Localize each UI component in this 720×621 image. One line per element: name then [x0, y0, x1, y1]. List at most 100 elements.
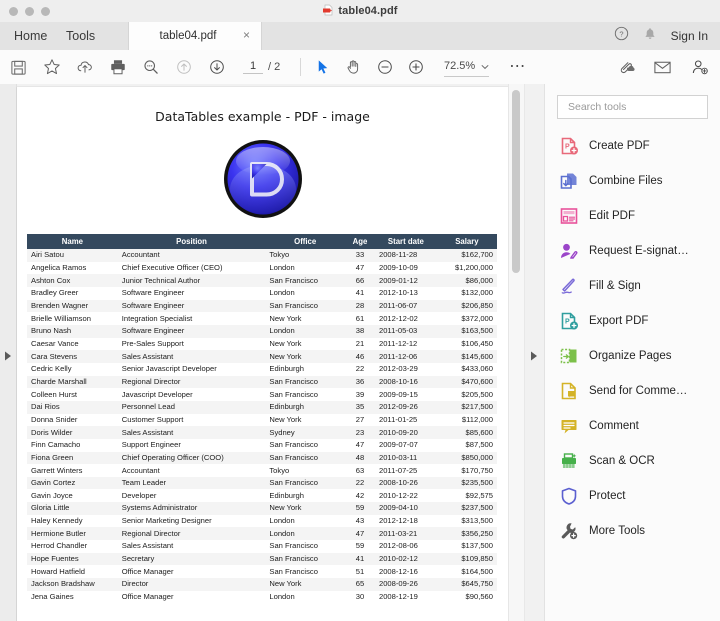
column-header-start-date[interactable]: Start date — [374, 234, 437, 249]
star-icon[interactable] — [41, 57, 62, 78]
upload-cloud-icon[interactable] — [74, 57, 95, 78]
tool-item-label: Scan & OCR — [589, 454, 655, 467]
page-number-input[interactable] — [243, 60, 263, 74]
cell-salary: $112,000 — [461, 414, 493, 424]
tool-item-more-tools-wrench[interactable]: More Tools — [545, 513, 720, 548]
bell-icon[interactable] — [643, 26, 657, 46]
cell-start-date: 2010-02-12 — [378, 554, 418, 564]
email-icon[interactable] — [652, 57, 673, 78]
combine-files-icon — [559, 171, 579, 191]
cell-start-date: 2012-12-02 — [378, 313, 418, 323]
next-page-button[interactable] — [206, 57, 227, 78]
pdf-file-icon — [322, 4, 334, 19]
cell-name: Doris Wilder — [31, 427, 73, 437]
tool-item-edit-pdf[interactable]: Edit PDF — [545, 198, 720, 233]
zoom-level-dropdown[interactable]: 72.5% — [444, 57, 490, 77]
tool-item-export-pdf[interactable]: P Export PDF — [545, 303, 720, 338]
save-floppy-icon[interactable] — [8, 57, 29, 78]
vertical-scrollbar[interactable] — [508, 84, 524, 621]
tool-item-label: Send for Comme… — [589, 384, 688, 397]
zoom-in-icon[interactable] — [405, 57, 426, 78]
cell-start-date: 2012-03-29 — [378, 364, 418, 374]
scrollbar-thumb[interactable] — [512, 90, 520, 273]
toolbar-divider — [300, 58, 301, 76]
cell-start-date: 2008-12-16 — [378, 566, 418, 576]
more-tools-wrench-icon — [559, 521, 579, 541]
cell-name: Fiona Green — [31, 452, 74, 462]
window-titlebar: table04.pdf — [0, 0, 720, 23]
tool-item-create-pdf[interactable]: P Create PDF — [545, 128, 720, 163]
tool-item-scan-ocr[interactable]: Scan & OCR — [545, 443, 720, 478]
cell-name: Bruno Nash — [31, 326, 72, 336]
zoom-out-icon[interactable] — [374, 57, 395, 78]
cell-office: Edinburgh — [269, 364, 304, 374]
zoom-level-value: 72.5% — [444, 60, 476, 72]
add-person-icon[interactable] — [689, 57, 710, 78]
menu-home[interactable]: Home — [6, 22, 55, 50]
column-header-position[interactable]: Position — [117, 234, 266, 249]
cell-office: New York — [269, 313, 302, 323]
cell-position: Regional Director — [121, 528, 181, 538]
cell-position: Chief Operating Officer (COO) — [121, 452, 224, 462]
sign-in-button[interactable]: Sign In — [671, 29, 708, 43]
cell-position: Developer — [121, 490, 157, 500]
search-tools-box[interactable] — [557, 95, 708, 119]
cell-position: Sales Assistant — [121, 427, 174, 437]
table-row: Angelica Ramos Chief Executive Officer (C… — [27, 261, 497, 275]
tool-item-protect-shield[interactable]: Protect — [545, 478, 720, 513]
attach-cloud-icon[interactable] — [615, 57, 636, 78]
cell-start-date: 2008-10-16 — [378, 376, 418, 386]
cell-name: Hermione Butler — [31, 528, 86, 538]
previous-page-button[interactable] — [173, 57, 194, 78]
cell-salary: $145,600 — [461, 351, 493, 361]
search-zoom-icon[interactable] — [140, 57, 161, 78]
send-for-comments-icon — [559, 381, 579, 401]
cell-office: San Francisco — [269, 275, 318, 285]
tools-list: P Create PDF Combine Files Edit PDF Request … — [545, 128, 720, 548]
cell-office: San Francisco — [269, 389, 318, 399]
tool-item-request-esignature[interactable]: Request E-signat… — [545, 233, 720, 268]
tool-item-combine-files[interactable]: Combine Files — [545, 163, 720, 198]
cell-name: Hope Fuentes — [31, 554, 79, 564]
cell-age: 43 — [355, 516, 365, 526]
table-body: Airi Satou Accountant Tokyo 33 2008-11-28 $16… — [27, 249, 497, 604]
cell-position: Accountant — [121, 250, 160, 260]
cell-age: 38 — [355, 326, 365, 336]
cell-salary: $137,500 — [461, 541, 493, 551]
document-tab[interactable]: table04.pdf × — [128, 22, 262, 50]
tool-item-comment[interactable]: Comment — [545, 408, 720, 443]
hand-tool-icon[interactable] — [343, 57, 364, 78]
select-cursor-icon[interactable] — [312, 57, 333, 78]
cell-office: London — [269, 263, 295, 272]
column-header-salary[interactable]: Salary — [436, 234, 497, 249]
search-tools-input[interactable] — [566, 100, 699, 114]
table-row: Jackson Bradshaw Director New York 65 2008-0… — [27, 578, 497, 591]
column-header-age[interactable]: Age — [345, 234, 375, 249]
window-title: table04.pdf — [0, 4, 720, 19]
cell-position: Accountant — [121, 465, 160, 475]
table-row: Brielle Williamson Integration Specialist… — [27, 312, 497, 325]
cell-age: 41 — [355, 288, 365, 298]
cell-office: London — [269, 326, 295, 336]
cell-salary: $87,500 — [465, 440, 493, 450]
tools-panel: P Create PDF Combine Files Edit PDF Request … — [544, 84, 720, 621]
column-header-office[interactable]: Office — [265, 234, 345, 249]
table-row: Hope Fuentes Secretary San Francisco 41 2010… — [27, 552, 497, 566]
tool-item-fill-and-sign[interactable]: Fill & Sign — [545, 268, 720, 303]
cell-age: 59 — [355, 541, 365, 551]
tool-item-label: Organize Pages — [589, 349, 672, 362]
expand-navigation-panel-icon[interactable] — [4, 348, 12, 366]
cell-position: Software Engineer — [121, 288, 185, 298]
column-header-name[interactable]: Name — [27, 234, 118, 249]
help-circle-icon[interactable]: ? — [614, 26, 629, 46]
cell-office: San Francisco — [269, 554, 318, 564]
print-icon[interactable] — [107, 57, 128, 78]
more-options-icon[interactable]: ⋯ — [509, 59, 526, 75]
cell-salary: $217,500 — [461, 402, 493, 412]
tool-item-organize-pages[interactable]: Organize Pages — [545, 338, 720, 373]
collapse-tools-panel-icon[interactable] — [530, 348, 538, 366]
tool-item-send-for-comments[interactable]: Send for Comme… — [545, 373, 720, 408]
toolbar-mid-group: 72.5% ⋯ — [312, 50, 526, 84]
menu-tools[interactable]: Tools — [58, 22, 103, 50]
close-icon[interactable]: × — [240, 29, 253, 42]
